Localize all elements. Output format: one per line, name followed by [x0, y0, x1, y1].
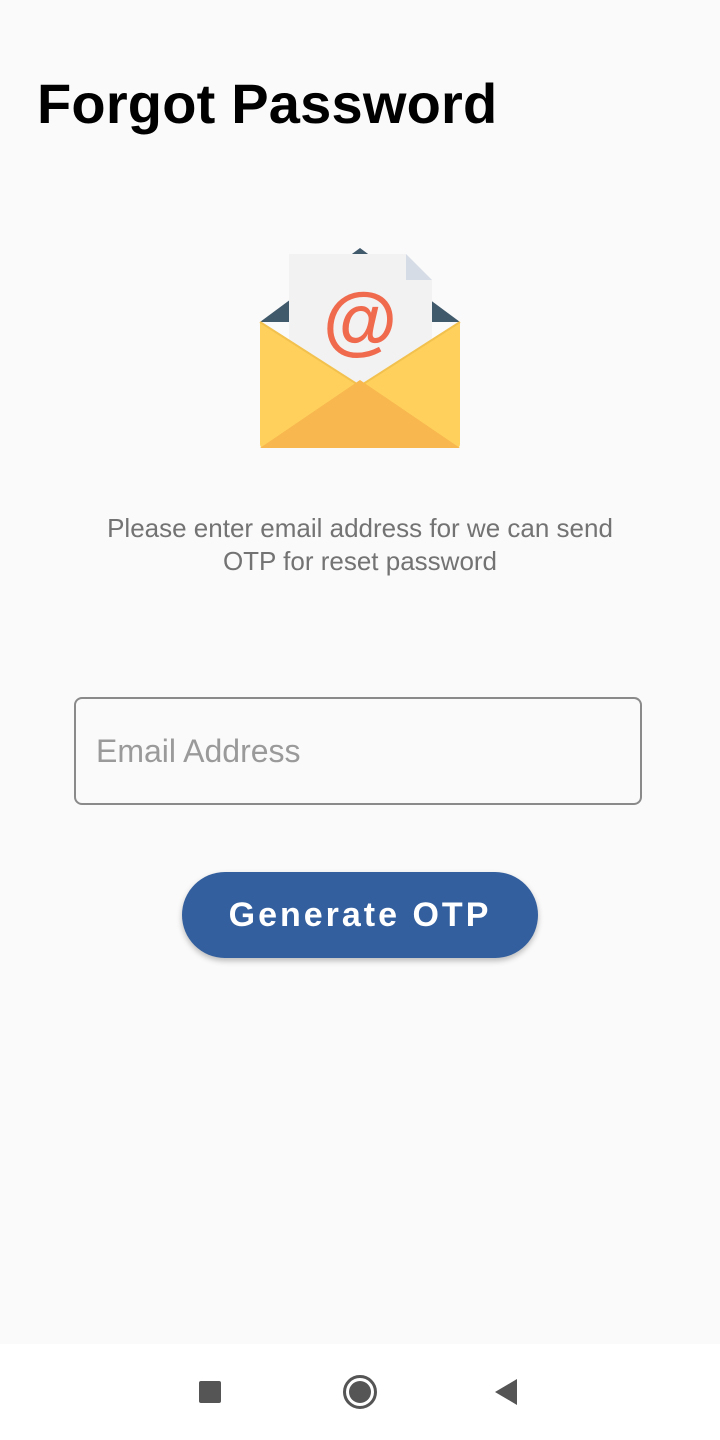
generate-otp-button[interactable]: Generate OTP — [182, 872, 538, 958]
circle-icon — [343, 1375, 377, 1409]
back-button[interactable] — [478, 1364, 534, 1420]
envelope-at-icon: @ — [258, 246, 462, 452]
svg-text:@: @ — [323, 278, 397, 363]
triangle-back-icon — [495, 1379, 517, 1405]
home-button[interactable] — [332, 1364, 388, 1420]
email-field[interactable] — [74, 697, 642, 805]
page-title: Forgot Password — [37, 72, 498, 135]
recents-button[interactable] — [182, 1364, 238, 1420]
instruction-text: Please enter email address for we can se… — [107, 513, 613, 576]
system-navigation-bar — [0, 1344, 720, 1440]
square-icon — [199, 1381, 221, 1403]
